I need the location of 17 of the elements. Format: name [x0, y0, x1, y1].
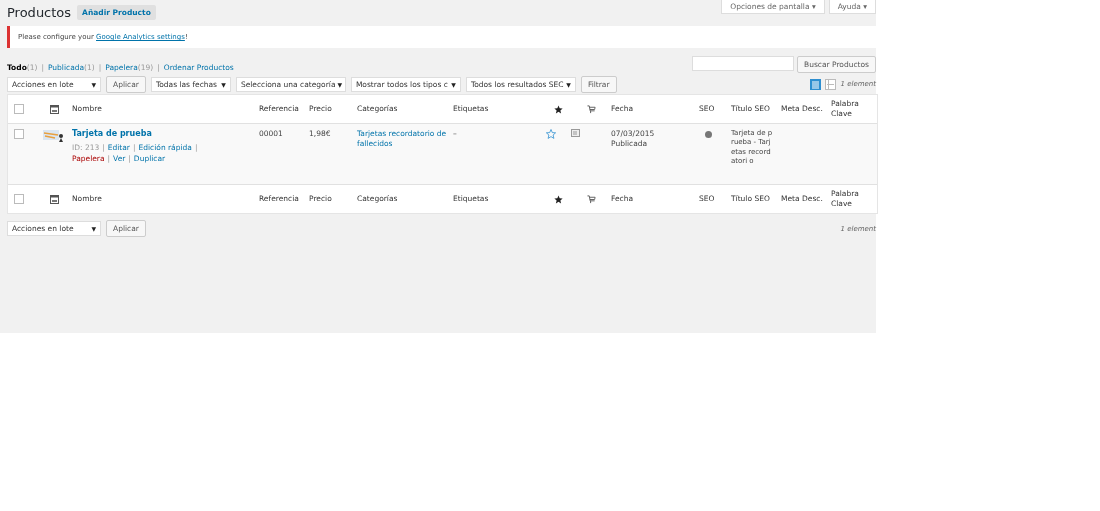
product-type-icon [571, 129, 580, 137]
select-all-checkbox[interactable] [14, 194, 24, 204]
excerpt-view-icon[interactable] [825, 78, 837, 90]
star-icon[interactable] [554, 104, 563, 114]
list-view-icon[interactable] [810, 78, 822, 90]
image-icon [49, 194, 59, 204]
product-thumbnail-drawing [43, 129, 65, 143]
row-checkbox[interactable] [14, 129, 24, 139]
select-all-checkbox[interactable] [14, 104, 24, 114]
product-name-link[interactable]: Tarjeta de prueba [72, 129, 152, 138]
cart-icon[interactable] [586, 194, 596, 204]
star-icon[interactable] [546, 129, 556, 139]
image-icon [49, 104, 59, 114]
search-field[interactable] [692, 56, 795, 71]
cart-icon[interactable] [586, 104, 596, 114]
star-icon[interactable] [554, 194, 563, 204]
page-title: Productos [7, 4, 72, 20]
